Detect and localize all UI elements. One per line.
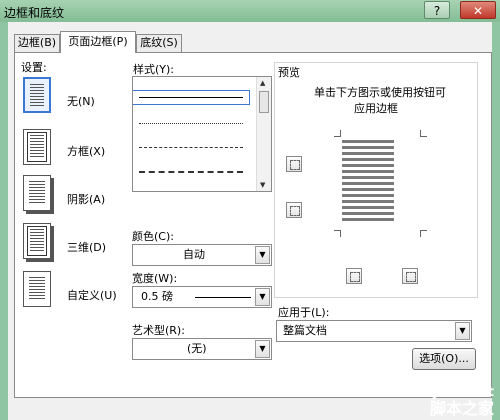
color-value: 自动 bbox=[183, 248, 205, 261]
scroll-thumb[interactable] bbox=[259, 91, 269, 113]
style-scrollbar[interactable]: ▲ ▼ bbox=[256, 77, 271, 191]
tab-shading[interactable]: 底纹(S) bbox=[136, 34, 182, 52]
tab-borders[interactable]: 边框(B) bbox=[14, 34, 60, 52]
chevron-down-icon[interactable]: ▼ bbox=[255, 246, 270, 264]
color-select[interactable]: 自动 ▼ bbox=[132, 244, 272, 266]
bottom-border-toggle-icon[interactable] bbox=[286, 202, 302, 218]
preview-corner bbox=[420, 230, 427, 237]
settings-heading: 设置: bbox=[21, 61, 47, 74]
chevron-down-icon[interactable]: ▼ bbox=[455, 322, 470, 340]
style-label: 样式(Y): bbox=[133, 63, 175, 76]
right-border-toggle-icon[interactable] bbox=[402, 268, 418, 284]
watermark-line2: 脚本之家 bbox=[429, 399, 494, 419]
width-select[interactable]: 0.5 磅 ▼ bbox=[132, 286, 272, 308]
help-button[interactable]: ? bbox=[424, 1, 450, 19]
art-value: (无) bbox=[187, 342, 207, 355]
setting-shadow-label[interactable]: 阴影(A) bbox=[67, 191, 105, 207]
style-listbox[interactable]: ▲ ▼ bbox=[132, 76, 272, 192]
line-style-dashed-small[interactable] bbox=[139, 147, 243, 148]
close-button[interactable]: ✕ bbox=[460, 1, 496, 19]
setting-custom-label[interactable]: 自定义(U) bbox=[67, 287, 117, 303]
preview-instruction-2: 应用边框 bbox=[354, 102, 398, 115]
line-style-dotted-fine[interactable] bbox=[139, 123, 243, 124]
width-line-sample bbox=[195, 297, 251, 298]
scroll-up-icon[interactable]: ▲ bbox=[260, 79, 265, 87]
title-bar: 边框和底纹 ? ✕ bbox=[0, 0, 500, 22]
watermark-line1: jb51.net bbox=[432, 385, 494, 401]
setting-3d-label[interactable]: 三维(D) bbox=[67, 239, 106, 255]
dialog-body: 边框(B) 页面边框(P) 底纹(S) 设置: 无(N) 方框(X) 阴影(A)… bbox=[8, 22, 492, 420]
page-shadow-border-icon[interactable] bbox=[23, 175, 51, 211]
width-value: 0.5 磅 bbox=[141, 290, 173, 303]
width-label: 宽度(W): bbox=[132, 272, 178, 285]
apply-to-value: 整篇文档 bbox=[283, 324, 327, 337]
preview-page[interactable] bbox=[342, 140, 394, 222]
page-box-border-icon[interactable] bbox=[23, 129, 51, 165]
apply-to-label: 应用于(L): bbox=[278, 306, 330, 319]
page-3d-border-icon[interactable] bbox=[23, 223, 51, 259]
chevron-down-icon[interactable]: ▼ bbox=[255, 288, 270, 306]
tab-page-border[interactable]: 页面边框(P) bbox=[60, 31, 136, 53]
color-label: 颜色(C): bbox=[132, 230, 174, 243]
scroll-down-icon[interactable]: ▼ bbox=[260, 181, 265, 189]
apply-to-select[interactable]: 整篇文档 ▼ bbox=[276, 320, 472, 342]
page-custom-border-icon[interactable] bbox=[23, 271, 51, 307]
art-select[interactable]: (无) ▼ bbox=[132, 338, 272, 360]
chevron-down-icon[interactable]: ▼ bbox=[255, 340, 270, 358]
top-border-toggle-icon[interactable] bbox=[286, 156, 302, 172]
setting-box-label[interactable]: 方框(X) bbox=[67, 143, 105, 159]
preview-heading: 预览 bbox=[278, 66, 300, 79]
window-title: 边框和底纹 bbox=[4, 6, 65, 20]
line-style-solid[interactable] bbox=[133, 90, 250, 105]
left-border-toggle-icon[interactable] bbox=[346, 268, 362, 284]
preview-corner bbox=[334, 130, 341, 137]
preview-instruction-1: 单击下方图示或使用按钮可 bbox=[314, 86, 446, 99]
options-button[interactable]: 选项(O)... bbox=[412, 348, 476, 370]
line-style-dashed[interactable] bbox=[139, 171, 243, 173]
site-watermark: jb51.net 脚本之家 bbox=[429, 385, 494, 419]
preview-corner bbox=[420, 130, 427, 137]
art-label: 艺术型(R): bbox=[132, 324, 185, 337]
setting-none-label[interactable]: 无(N) bbox=[67, 93, 95, 109]
preview-corner bbox=[334, 230, 341, 237]
page-no-border-icon[interactable] bbox=[23, 77, 51, 113]
